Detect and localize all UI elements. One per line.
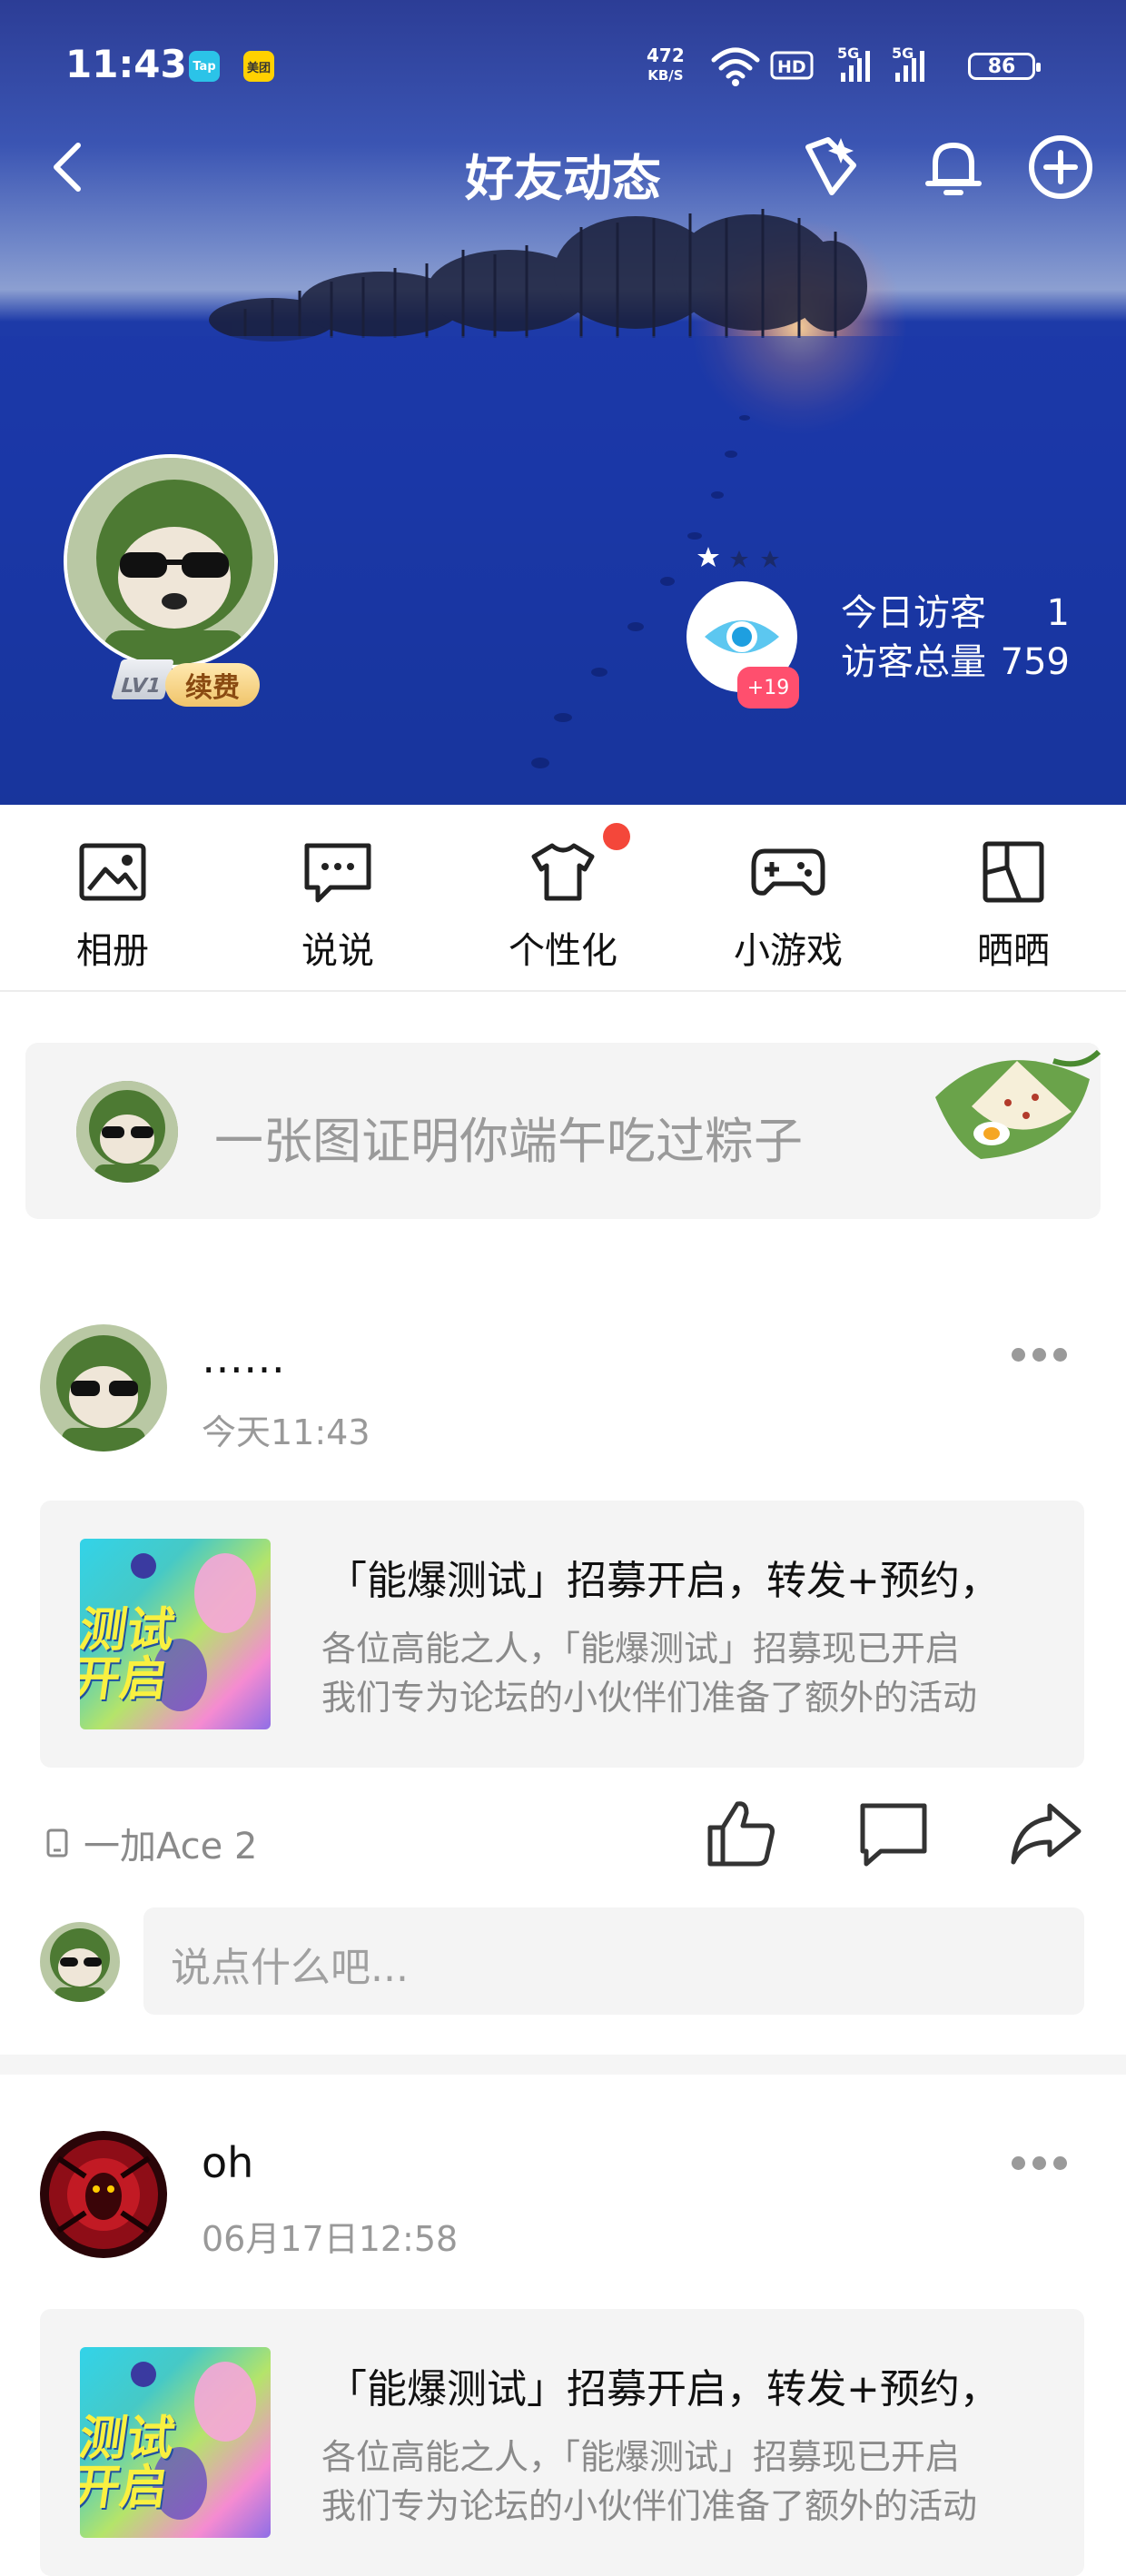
clock: 11:43 <box>65 42 187 86</box>
add-button[interactable] <box>1026 133 1095 202</box>
avatar-image <box>40 1324 167 1451</box>
battery-indicator: 86 <box>968 53 1041 80</box>
visitor-stats[interactable]: 今日访客 1 访客总量 759 <box>841 589 1070 687</box>
share-button[interactable] <box>1008 1795 1084 1871</box>
thumbnail-text: 测试 开启 <box>80 2412 179 2515</box>
hd-label: HD <box>777 57 806 77</box>
more-options-button[interactable] <box>1012 1348 1075 1375</box>
sparkle-diamond-icon <box>805 137 856 195</box>
sparkle-button[interactable] <box>799 133 868 202</box>
shared-thumbnail: 测试 开启 <box>80 1539 271 1729</box>
total-visitors-value: 759 <box>1000 641 1070 683</box>
shortcut-moments[interactable]: 说说 <box>265 834 410 972</box>
comment-placeholder: 说点什么吧... <box>171 1945 409 1991</box>
bell-icon <box>925 143 982 195</box>
shortcut-moments-label: 说说 <box>301 930 374 972</box>
zongzi-icon <box>935 1049 1101 1159</box>
post-author-avatar[interactable] <box>40 1324 167 1451</box>
shortcut-album-label: 相册 <box>76 930 149 972</box>
renew-button[interactable]: 续费 <box>165 663 260 707</box>
post-timestamp: 06月17日12:58 <box>202 2219 459 2259</box>
wifi-icon <box>711 47 760 79</box>
taptap-notification-icon: Tap <box>189 51 220 82</box>
grid-frame-icon <box>983 841 1044 903</box>
shortcut-minigames[interactable]: 小游戏 <box>716 834 861 972</box>
shortcut-showoff-label: 晒晒 <box>977 930 1050 972</box>
eye-icon <box>705 620 779 653</box>
network-speed: 472 KB/S <box>647 45 685 84</box>
shared-link-card[interactable]: 测试 开启 「能爆测试」招募开启，转发+预约， 各位高能之人，「能爆测试」招募现… <box>40 2309 1084 2576</box>
comment-input[interactable]: 说点什么吧... <box>143 1907 1084 2015</box>
profile-banner[interactable]: 11:43 Tap 美团 472 KB/S HD 5G 5G 86 好友动态 L… <box>0 0 1126 805</box>
today-visitors-value: 1 <box>1046 592 1070 634</box>
post-author-name[interactable]: …… <box>202 1333 285 1382</box>
shared-thumbnail: 测试 开启 <box>80 2347 271 2538</box>
plus-circle-icon <box>1029 135 1092 199</box>
post-author-avatar[interactable] <box>40 2131 167 2258</box>
shortcut-personalize[interactable]: 个性化 <box>490 834 636 972</box>
post-author-name[interactable]: oh <box>202 2138 253 2187</box>
shortcut-bar: 相册 说说 个性化 小游戏 晒晒 <box>0 805 1126 992</box>
stars-icon <box>697 547 779 568</box>
signal-icons: HD 5G 5G <box>711 45 924 86</box>
avatar-image <box>67 458 274 665</box>
personalize-notification-dot <box>603 823 630 850</box>
chat-bubble-icon <box>304 843 371 903</box>
shortcut-personalize-label: 个性化 <box>509 930 617 972</box>
signal-5g-label-2: 5G <box>892 45 914 62</box>
share-arrow-icon <box>1011 1803 1082 1865</box>
photo-album-icon <box>79 843 146 901</box>
level-badge: LV1 <box>111 659 174 699</box>
shared-description: 各位高能之人，「能爆测试」招募现已开启 我们专为论坛的小伙伴们准备了额外的活动 <box>321 2437 978 2526</box>
shared-title: 「能爆测试」招募开启，转发+预约， <box>327 2366 1000 2413</box>
shortcut-minigames-label: 小游戏 <box>734 930 843 972</box>
device-name: 一加Ace 2 <box>84 1826 258 1868</box>
notifications-button[interactable] <box>919 133 988 202</box>
phone-icon <box>46 1828 68 1858</box>
comment-bubble-icon <box>860 1803 927 1867</box>
comment-button[interactable] <box>855 1795 932 1871</box>
tshirt-icon <box>531 843 595 901</box>
commenter-avatar <box>40 1922 120 2002</box>
visitor-count-badge: +19 <box>737 667 799 708</box>
composer-placeholder: 一张图证明你端午吃过粽子 <box>214 1113 803 1170</box>
profile-avatar[interactable] <box>64 454 278 669</box>
status-bar: 11:43 Tap 美团 472 KB/S HD 5G 5G 86 <box>0 0 1126 136</box>
post-timestamp: 今天11:43 <box>202 1412 370 1452</box>
shared-description: 各位高能之人，「能爆测试」招募现已开启 我们专为论坛的小伙伴们准备了额外的活动 <box>321 1629 978 1718</box>
avatar-image <box>40 1922 120 2002</box>
post-device: 一加Ace 2 <box>44 1817 257 1869</box>
shortcut-album[interactable]: 相册 <box>40 834 185 972</box>
more-options-button[interactable] <box>1012 2156 1075 2184</box>
meituan-notification-icon: 美团 <box>243 51 274 82</box>
avatar-image <box>40 2131 167 2258</box>
gamepad-icon <box>751 848 825 896</box>
thumbs-up-icon <box>707 1801 775 1867</box>
avatar-image <box>76 1081 178 1183</box>
composer-avatar <box>76 1081 178 1183</box>
shortcut-showoff[interactable]: 晒晒 <box>941 834 1086 972</box>
today-visitors-label: 今日访客 <box>841 592 986 634</box>
like-button[interactable] <box>703 1795 779 1871</box>
shared-title: 「能爆测试」招募开启，转发+预约， <box>327 1558 1000 1604</box>
shared-link-card[interactable]: 测试 开启 「能爆测试」招募开启，转发+预约， 各位高能之人，「能爆测试」招募现… <box>40 1501 1084 1768</box>
total-visitors-label: 访客总量 <box>841 641 986 683</box>
signal-5g-label-1: 5G <box>837 45 859 62</box>
post-divider <box>0 2055 1126 2075</box>
thumbnail-text: 测试 开启 <box>80 1603 179 1707</box>
